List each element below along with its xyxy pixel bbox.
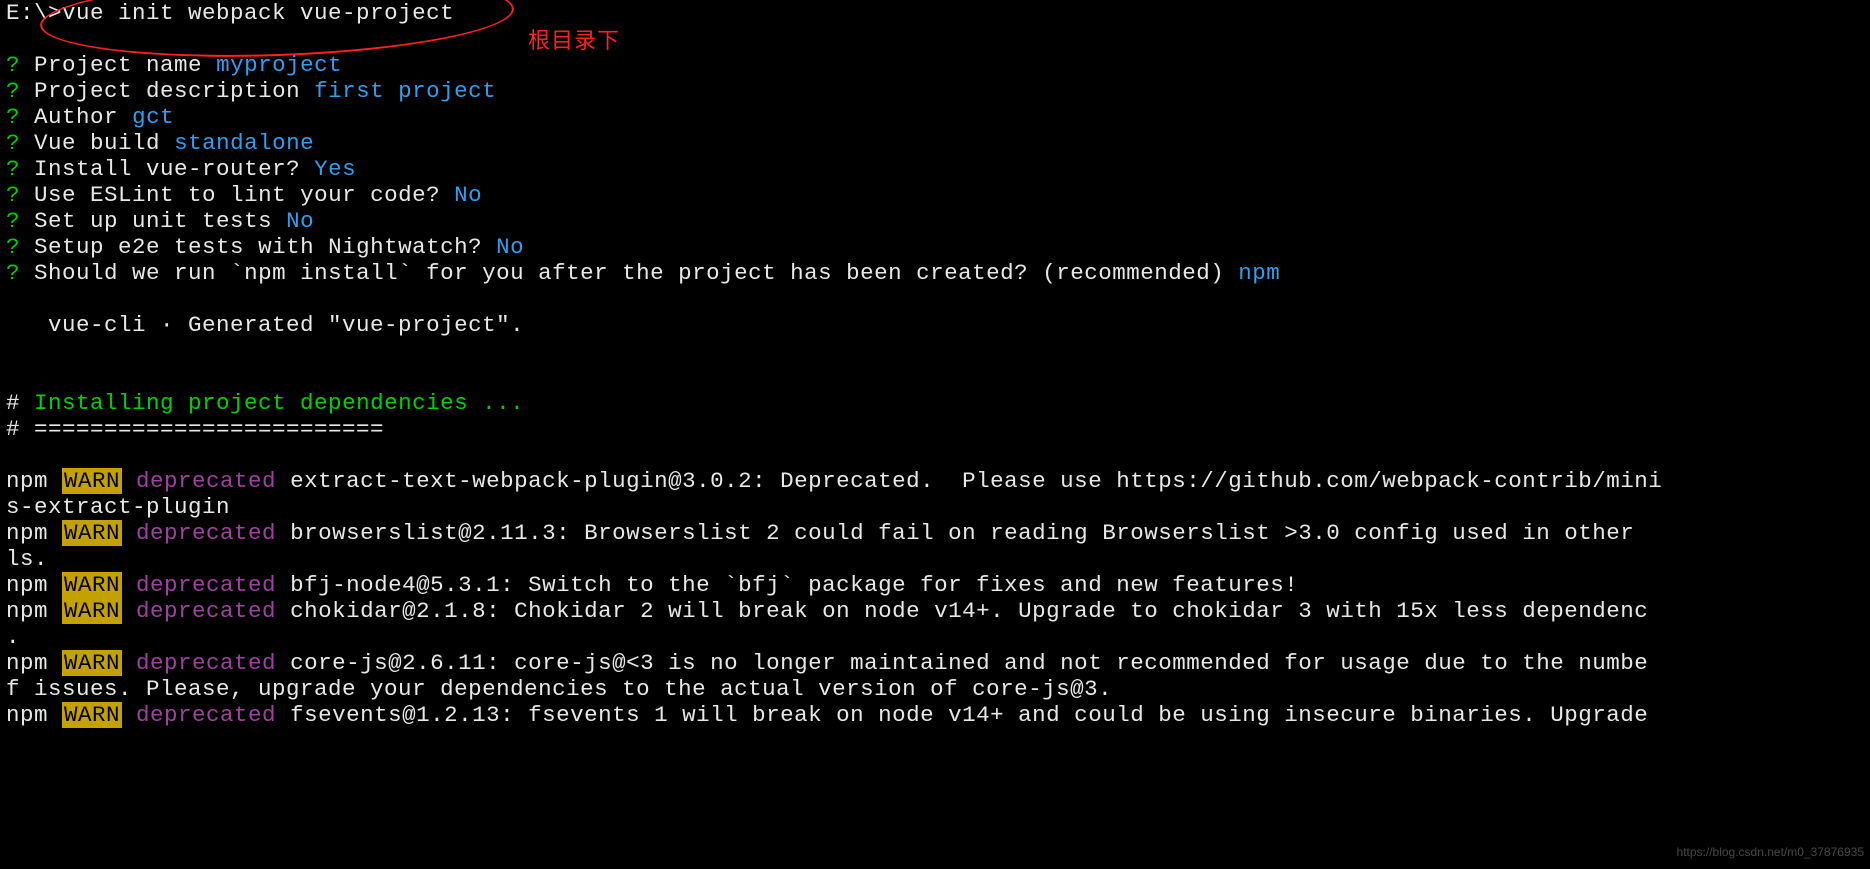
answer-text: gct: [132, 104, 174, 130]
npm-prefix: npm: [6, 650, 62, 676]
deprecated-tag: deprecated: [122, 520, 290, 546]
blank-line: [6, 442, 1864, 468]
answer-text: first project: [314, 78, 496, 104]
npm-prefix: npm: [6, 468, 62, 494]
terminal-output[interactable]: E:\>vue init webpack vue-project ? Proje…: [0, 0, 1870, 728]
warn-tag: WARN: [62, 520, 122, 546]
prompt-cmd: vue init webpack vue-project: [62, 0, 454, 26]
warn-message: chokidar@2.1.8: Chokidar 2 will break on…: [290, 598, 1648, 624]
warn-line-1: npm WARN deprecated browserslist@2.11.3:…: [6, 520, 1864, 546]
warn-message: browserslist@2.11.3: Browserslist 2 coul…: [290, 520, 1648, 546]
prompt-marker: ?: [6, 104, 20, 130]
install-bar-line: # =========================: [6, 416, 1864, 442]
question-line-8: ? Should we run `npm install` for you af…: [6, 260, 1864, 286]
warn-tag: WARN: [62, 598, 122, 624]
question-line-4: ? Install vue-router? Yes: [6, 156, 1864, 182]
question-text: Install vue-router?: [34, 156, 300, 182]
warn-tag: WARN: [62, 572, 122, 598]
prompt-marker: ?: [6, 130, 20, 156]
warn-continuation: s-extract-plugin: [6, 494, 230, 520]
question-line-3: ? Vue build standalone: [6, 130, 1864, 156]
warn-message: core-js@2.6.11: core-js@<3 is no longer …: [290, 650, 1648, 676]
prompt-marker: ?: [6, 156, 20, 182]
npm-prefix: npm: [6, 572, 62, 598]
blank-line: [6, 26, 1864, 52]
warn-line-3: npm WARN deprecated chokidar@2.1.8: Chok…: [6, 598, 1864, 624]
generated-line: vue-cli · Generated "vue-project".: [6, 312, 1864, 338]
generated-text: vue-cli · Generated "vue-project".: [6, 312, 524, 338]
question-line-6: ? Set up unit tests No: [6, 208, 1864, 234]
prompt-marker: ?: [6, 78, 20, 104]
question-text: Should we run `npm install` for you afte…: [34, 260, 1224, 286]
answer-text: npm: [1238, 260, 1280, 286]
question-text: Project name: [34, 52, 202, 78]
warn-cont-3: .: [6, 624, 1864, 650]
answer-text: No: [286, 208, 314, 234]
warn-tag: WARN: [62, 650, 122, 676]
answer-text: No: [496, 234, 524, 260]
question-line-2: ? Author gct: [6, 104, 1864, 130]
question-line-1: ? Project description first project: [6, 78, 1864, 104]
npm-prefix: npm: [6, 520, 62, 546]
hash-mark: #: [6, 390, 34, 416]
warn-line-5: npm WARN deprecated fsevents@1.2.13: fse…: [6, 702, 1864, 728]
warn-tag: WARN: [62, 702, 122, 728]
prompt-cwd: E:\>: [6, 0, 62, 26]
deprecated-tag: deprecated: [122, 572, 290, 598]
install-bar: # =========================: [6, 416, 384, 442]
command-line: E:\>vue init webpack vue-project: [6, 0, 1864, 26]
question-line-5: ? Use ESLint to lint your code? No: [6, 182, 1864, 208]
answer-text: No: [454, 182, 482, 208]
question-text: Author: [34, 104, 118, 130]
warn-tag: WARN: [62, 468, 122, 494]
answer-text: Yes: [314, 156, 356, 182]
warn-message: bfj-node4@5.3.1: Switch to the `bfj` pac…: [290, 572, 1298, 598]
prompt-marker: ?: [6, 52, 20, 78]
question-text: Project description: [34, 78, 300, 104]
blank-line: [6, 286, 1864, 312]
blank-line: [6, 338, 1864, 364]
question-line-0: ? Project name myproject: [6, 52, 1864, 78]
deprecated-tag: deprecated: [122, 650, 290, 676]
warn-message: fsevents@1.2.13: fsevents 1 will break o…: [290, 702, 1648, 728]
warn-cont-1: ls.: [6, 546, 1864, 572]
question-line-7: ? Setup e2e tests with Nightwatch? No: [6, 234, 1864, 260]
prompt-marker: ?: [6, 182, 20, 208]
answer-text: myproject: [216, 52, 342, 78]
warn-line-2: npm WARN deprecated bfj-node4@5.3.1: Swi…: [6, 572, 1864, 598]
install-heading-line: # Installing project dependencies ...: [6, 390, 1864, 416]
deprecated-tag: deprecated: [122, 598, 290, 624]
warn-cont-0: s-extract-plugin: [6, 494, 1864, 520]
npm-prefix: npm: [6, 702, 62, 728]
watermark-text: https://blog.csdn.net/m0_37876935: [1677, 839, 1864, 865]
prompt-marker: ?: [6, 234, 20, 260]
warn-cont-4: f issues. Please, upgrade your dependenc…: [6, 676, 1864, 702]
prompt-marker: ?: [6, 208, 20, 234]
warn-continuation: .: [6, 624, 20, 650]
warn-continuation: f issues. Please, upgrade your dependenc…: [6, 676, 1112, 702]
blank-line: [6, 364, 1864, 390]
question-text: Setup e2e tests with Nightwatch?: [34, 234, 482, 260]
warn-line-0: npm WARN deprecated extract-text-webpack…: [6, 468, 1864, 494]
warn-continuation: ls.: [6, 546, 48, 572]
warn-line-4: npm WARN deprecated core-js@2.6.11: core…: [6, 650, 1864, 676]
npm-prefix: npm: [6, 598, 62, 624]
question-text: Vue build: [34, 130, 160, 156]
deprecated-tag: deprecated: [122, 702, 290, 728]
answer-text: standalone: [174, 130, 314, 156]
question-text: Set up unit tests: [34, 208, 272, 234]
deprecated-tag: deprecated: [122, 468, 290, 494]
prompt-marker: ?: [6, 260, 20, 286]
install-heading: Installing project dependencies ...: [34, 390, 524, 416]
warn-message: extract-text-webpack-plugin@3.0.2: Depre…: [290, 468, 1662, 494]
question-text: Use ESLint to lint your code?: [34, 182, 440, 208]
